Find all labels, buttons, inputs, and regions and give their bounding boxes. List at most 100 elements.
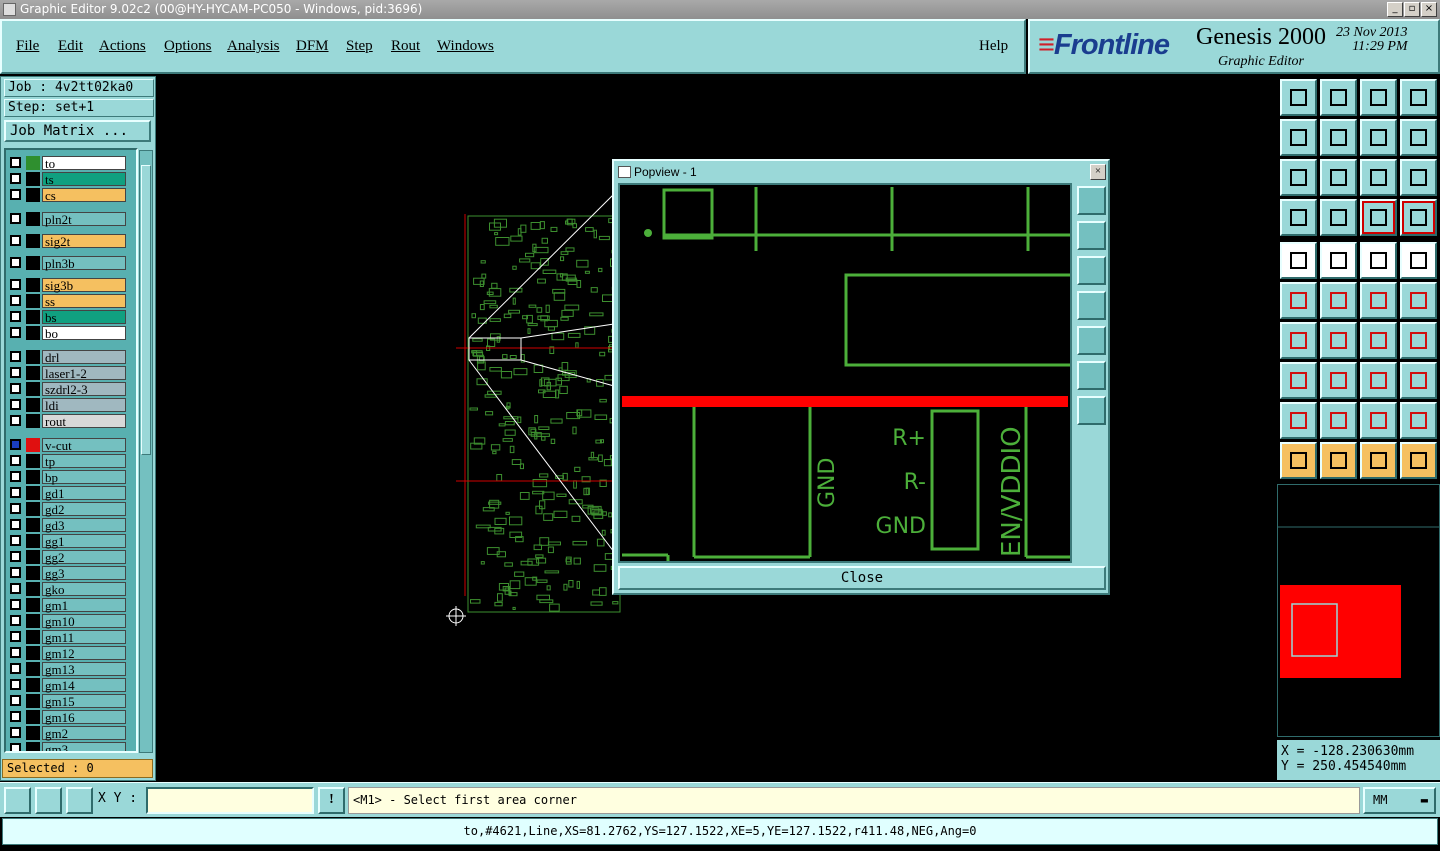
layer-row-32[interactable]: gm16 (6, 710, 136, 724)
popview-pan-right-icon[interactable] (1077, 326, 1106, 355)
layer-name[interactable]: bp (42, 470, 126, 484)
popview-close-icon[interactable]: × (1090, 164, 1106, 180)
layer-name[interactable]: szdrl2-3 (42, 382, 126, 396)
layer-color-swatch[interactable] (26, 630, 40, 644)
layer-color-swatch[interactable] (26, 486, 40, 500)
popview-zoom-out-icon[interactable] (1077, 396, 1106, 425)
layer-row-6[interactable]: sig3b (6, 278, 136, 292)
layer-checkbox[interactable] (10, 327, 21, 338)
layer-color-swatch[interactable] (26, 502, 40, 516)
layer-checkbox[interactable] (10, 279, 21, 290)
layer-row-5[interactable]: pln3b (6, 256, 136, 270)
layer-checkbox[interactable] (10, 157, 21, 168)
layer-row-9[interactable]: bo (6, 326, 136, 340)
popview-zoom-in-icon[interactable] (1077, 361, 1106, 390)
menu-dfm[interactable]: DFM (296, 38, 329, 55)
layer-row-15[interactable]: v-cut (6, 438, 136, 452)
layer-checkbox[interactable] (10, 679, 21, 690)
layer-checkbox[interactable] (10, 583, 21, 594)
layer-checkbox[interactable] (10, 257, 21, 268)
layer-row-10[interactable]: drl (6, 350, 136, 364)
close-window-icon[interactable]: × (1421, 2, 1437, 17)
layer-name[interactable]: v-cut (42, 438, 126, 452)
layer-color-swatch[interactable] (26, 550, 40, 564)
layer-name[interactable]: rout (42, 414, 126, 428)
layer-row-14[interactable]: rout (6, 414, 136, 428)
window-split-icon[interactable] (1400, 79, 1437, 116)
restore-icon[interactable]: ▫ (1404, 2, 1420, 17)
grid-mode-icon[interactable] (66, 787, 93, 814)
snap-pads-icon[interactable] (1360, 199, 1397, 236)
delete-node-icon[interactable] (1320, 282, 1357, 319)
layer-color-swatch[interactable] (26, 326, 40, 340)
tools-icon[interactable] (1280, 199, 1317, 236)
home-icon[interactable] (1360, 79, 1397, 116)
layer-name[interactable]: gko (42, 582, 126, 596)
menu-windows[interactable]: Windows (437, 38, 494, 55)
layer-checkbox[interactable] (10, 727, 21, 738)
move-point-icon[interactable] (1360, 282, 1397, 319)
route-icon[interactable] (1400, 442, 1437, 479)
layer-checkbox[interactable] (10, 439, 21, 450)
layer-checkbox[interactable] (10, 487, 21, 498)
layer-checkbox[interactable] (10, 213, 21, 224)
scale-1-2-icon[interactable] (1360, 159, 1397, 196)
zoom-fit-icon[interactable] (1280, 159, 1317, 196)
layer-checkbox[interactable] (10, 415, 21, 426)
dimension-icon[interactable] (1360, 362, 1397, 399)
angle-icon[interactable] (1280, 322, 1317, 359)
measure-mode-icon[interactable] (35, 787, 62, 814)
pan-right-icon[interactable] (1320, 119, 1357, 156)
layer-row-16[interactable]: tp (6, 454, 136, 468)
layer-checkbox[interactable] (10, 235, 21, 246)
cut-line-icon[interactable] (1320, 362, 1357, 399)
line-tool-icon[interactable] (1320, 322, 1357, 359)
layer-checkbox[interactable] (10, 399, 21, 410)
layer-row-0[interactable]: to (6, 156, 136, 170)
layer-checkbox[interactable] (10, 631, 21, 642)
job-matrix-button[interactable]: Job Matrix ... (4, 120, 151, 142)
layer-name[interactable]: sig3b (42, 278, 126, 292)
layer-row-21[interactable]: gg1 (6, 534, 136, 548)
layer-checkbox[interactable] (10, 743, 21, 751)
xy-input[interactable] (146, 787, 314, 814)
layer-checkbox[interactable] (10, 351, 21, 362)
layer-color-swatch[interactable] (26, 350, 40, 364)
layer-list-scrollbar[interactable] (139, 150, 153, 753)
layer-name[interactable]: gm14 (42, 678, 126, 692)
layer-name[interactable]: gd1 (42, 486, 126, 500)
layer-name[interactable]: cs (42, 188, 126, 202)
layer-checkbox[interactable] (10, 295, 21, 306)
layer-name[interactable]: gd2 (42, 502, 126, 516)
layer-row-3[interactable]: pln2t (6, 212, 136, 226)
popview-canvas[interactable]: R+ R- GND GND EN/VDDIO (618, 183, 1078, 563)
popview-pan-left-icon[interactable] (1077, 291, 1106, 320)
polygon-cut-icon[interactable] (1400, 402, 1437, 439)
zoom-center-icon[interactable] (1320, 159, 1357, 196)
layer-row-25[interactable]: gm1 (6, 598, 136, 612)
layer-row-2[interactable]: cs (6, 188, 136, 202)
menu-options[interactable]: Options (164, 38, 212, 55)
layer-name[interactable]: laser1-2 (42, 366, 126, 380)
menu-step[interactable]: Step (346, 38, 373, 55)
undo-view-icon[interactable] (1360, 119, 1397, 156)
layer-color-swatch[interactable] (26, 256, 40, 270)
layer-checkbox[interactable] (10, 695, 21, 706)
layer-name[interactable]: gg1 (42, 534, 126, 548)
menu-rout[interactable]: Rout (391, 38, 420, 55)
layer-color-swatch[interactable] (26, 414, 40, 428)
pointer-select-icon[interactable] (1320, 442, 1357, 479)
layer-row-7[interactable]: ss (6, 294, 136, 308)
layer-row-23[interactable]: gg3 (6, 566, 136, 580)
pointer-edit-icon[interactable] (1360, 442, 1397, 479)
layer-color-swatch[interactable] (26, 710, 40, 724)
polygon-alt-icon[interactable] (1360, 402, 1397, 439)
layer-color-swatch[interactable] (26, 398, 40, 412)
pointer-icon[interactable] (1280, 442, 1317, 479)
layer-checkbox[interactable] (10, 311, 21, 322)
layer-name[interactable]: gm12 (42, 646, 126, 660)
layer-row-27[interactable]: gm11 (6, 630, 136, 644)
layer-row-33[interactable]: gm2 (6, 726, 136, 740)
layer-color-swatch[interactable] (26, 534, 40, 548)
align-icon[interactable] (1400, 322, 1437, 359)
